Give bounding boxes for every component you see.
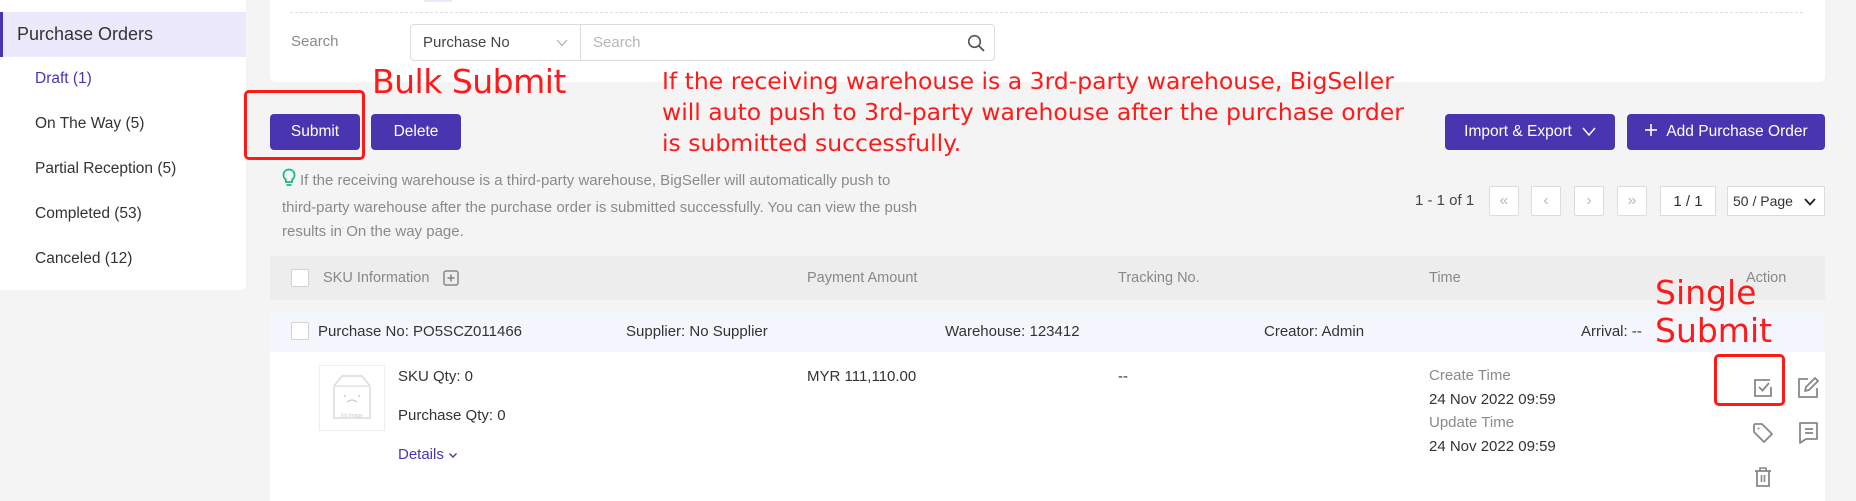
bulk-submit-annotation: Bulk Submit (372, 62, 566, 101)
single-submit-line-1: Single (1655, 273, 1757, 312)
search-icon[interactable] (958, 25, 994, 60)
annotation-line-1: If the receiving warehouse is a 3rd-part… (662, 67, 1394, 95)
sidebar-item-canceled[interactable]: Canceled (12) (35, 250, 132, 268)
double-chevron-right-icon: » (1627, 192, 1637, 209)
single-submit-line-2: Submit (1655, 311, 1773, 350)
sidebar-item-draft[interactable]: Draft (1) (35, 70, 92, 88)
sidebar-item-partial-reception[interactable]: Partial Reception (5) (35, 160, 176, 178)
details-label: Details (398, 446, 444, 463)
expand-all-icon[interactable] (443, 270, 459, 291)
tip-text-1: If the receiving warehouse is a third-pa… (300, 172, 891, 189)
order-row-body (270, 352, 1825, 501)
lightbulb-icon (282, 168, 296, 196)
import-export-label: Import & Export (1464, 123, 1572, 140)
double-chevron-left-icon: « (1499, 192, 1509, 209)
single-submit-annotation: Single Submit (1655, 274, 1772, 350)
column-sku-information: SKU Information (323, 270, 430, 286)
column-tracking-no: Tracking No. (1118, 270, 1200, 286)
last-page-button[interactable]: » (1617, 186, 1647, 216)
warehouse-annotation: If the receiving warehouse is a 3rd-part… (662, 66, 1422, 159)
filter-tab-indicator (424, 0, 452, 2)
create-time: 24 Nov 2022 09:59 (1429, 391, 1556, 408)
divider (290, 12, 1803, 13)
table-header (270, 256, 1825, 300)
first-page-button[interactable]: « (1489, 186, 1519, 216)
chevron-down-icon (1804, 193, 1816, 209)
sidebar-item-on-the-way[interactable]: On The Way (5) (35, 115, 144, 133)
bulk-submit-highlight-box (244, 90, 365, 160)
search-field-select[interactable]: Purchase No (411, 25, 581, 60)
chevron-right-icon: › (1586, 192, 1592, 209)
column-time: Time (1429, 270, 1461, 286)
no-image-placeholder: No Image (319, 365, 385, 431)
chevron-down-icon (1582, 123, 1596, 141)
pagination-range: 1 - 1 of 1 (1415, 192, 1475, 209)
chevron-down-icon (556, 36, 568, 50)
tag-icon[interactable] (1750, 420, 1776, 446)
add-purchase-order-label: Add Purchase Order (1666, 123, 1808, 140)
import-export-button[interactable]: Import & Export (1445, 114, 1615, 150)
warehouse: Warehouse: 123412 (945, 323, 1080, 340)
delete-button[interactable]: Delete (371, 114, 461, 150)
update-time: 24 Nov 2022 09:59 (1429, 438, 1556, 455)
third-party-warehouse-tip: If the receiving warehouse is a third-pa… (282, 168, 982, 244)
edit-icon[interactable] (1795, 375, 1821, 401)
sku-qty: SKU Qty: 0 (398, 368, 474, 385)
chevron-down-icon (448, 446, 458, 463)
update-time-label: Update Time (1429, 414, 1515, 431)
details-toggle[interactable]: Details (398, 446, 458, 463)
tip-line-2: third-party warehouse after the purchase… (282, 199, 918, 216)
annotation-line-3: is submitted successfully. (662, 129, 962, 157)
creator: Creator: Admin (1264, 323, 1365, 340)
page-size-select[interactable]: 50 / Page (1727, 186, 1825, 216)
purchase-no: Purchase No: PO5SCZ011466 (318, 323, 523, 340)
select-all-checkbox[interactable] (291, 269, 309, 287)
page-size-value: 50 / Page (1733, 193, 1793, 209)
page-indicator[interactable]: 1 / 1 (1660, 186, 1716, 216)
arrival: Arrival: -- (1581, 323, 1642, 340)
delete-icon[interactable] (1750, 464, 1776, 490)
add-purchase-order-button[interactable]: Add Purchase Order (1627, 114, 1825, 150)
purchase-qty: Purchase Qty: 0 (398, 407, 506, 424)
sidebar-header-purchase-orders[interactable]: Purchase Orders (0, 12, 246, 57)
search-input[interactable] (581, 25, 958, 60)
search-group: Purchase No (410, 24, 995, 61)
plus-icon (1644, 123, 1658, 142)
prev-page-button[interactable]: ‹ (1531, 186, 1561, 216)
search-field-select-value: Purchase No (423, 34, 510, 51)
search-label: Search (291, 33, 339, 50)
tip-line-1: If the receiving warehouse is a third-pa… (282, 168, 982, 196)
next-page-button[interactable]: › (1574, 186, 1604, 216)
supplier: Supplier: No Supplier (626, 323, 768, 340)
create-time-label: Create Time (1429, 367, 1511, 384)
payment-amount: MYR 111,110.00 (807, 368, 917, 385)
remark-icon[interactable] (1795, 420, 1821, 446)
sidebar-item-completed[interactable]: Completed (53) (35, 205, 142, 223)
annotation-line-2: will auto push to 3rd-party warehouse af… (662, 98, 1404, 126)
single-submit-highlight-box (1714, 354, 1785, 406)
column-payment-amount: Payment Amount (807, 270, 918, 286)
tip-line-3: results in On the way page. (282, 223, 464, 240)
tracking-no: -- (1118, 368, 1128, 385)
row-checkbox[interactable] (291, 322, 309, 340)
chevron-left-icon: ‹ (1543, 192, 1549, 209)
svg-text:No Image: No Image (341, 413, 363, 419)
